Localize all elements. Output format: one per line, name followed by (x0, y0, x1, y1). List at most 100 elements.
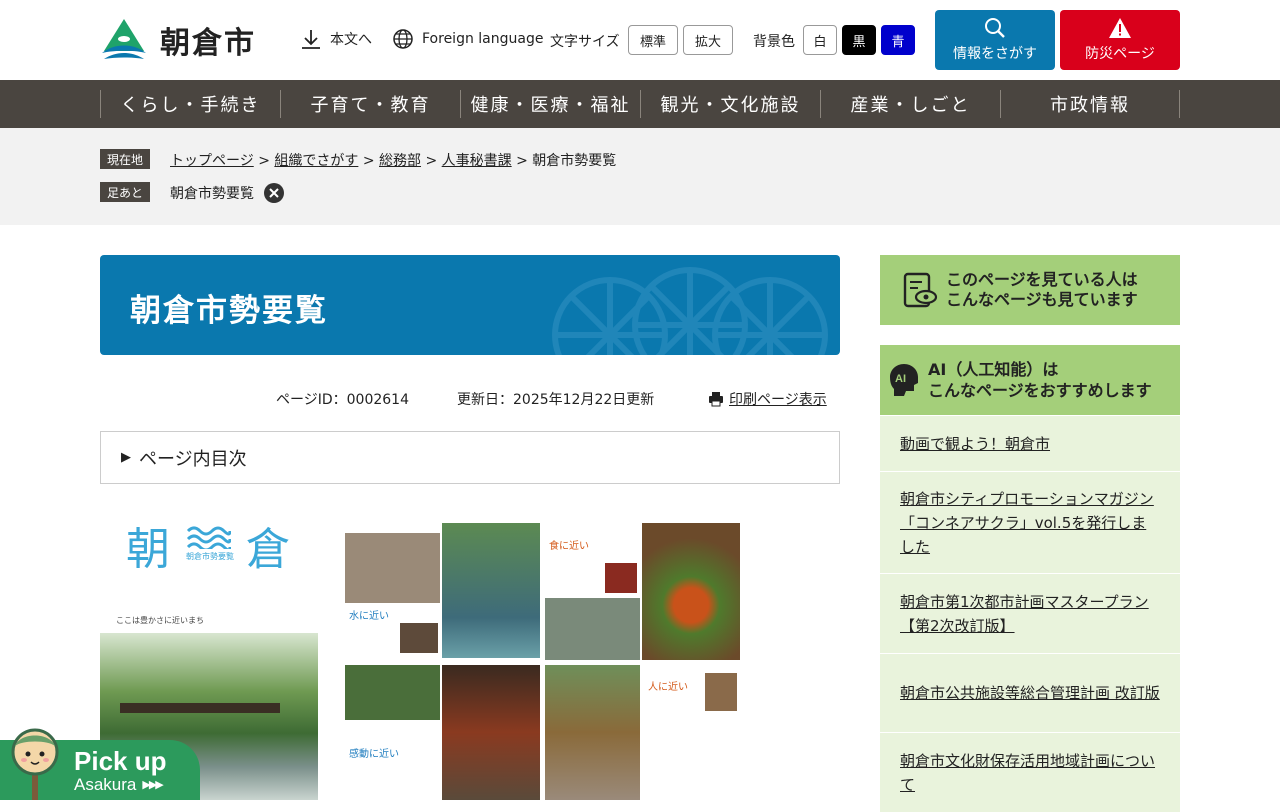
document-eye-icon (903, 272, 938, 308)
breadcrumb-separator: > (425, 153, 438, 169)
disaster-page-button[interactable]: 防災ページ (1060, 10, 1180, 70)
spread-photo-forest (345, 665, 440, 720)
ai-recommend-heading: AI AI（人工知能）は こんなページをおすすめします (880, 345, 1180, 415)
ai-badge-text: AI (895, 373, 906, 385)
ai-recommend-link[interactable]: 朝倉市第1次都市計画マスタープラン【第2次改訂版】 (900, 590, 1160, 638)
spread-photo-river (442, 523, 540, 658)
pickup-subtitle-row: Asakura ▶▶▶ (74, 775, 164, 795)
mascot-character-icon (11, 728, 59, 800)
breadcrumb-link-hr-secretary[interactable]: 人事秘書課 (442, 153, 512, 169)
current-location-tag: 現在地 (100, 149, 150, 169)
font-standard-button[interactable]: 標準 (628, 25, 678, 55)
spread-label-food: 食に近い (549, 541, 589, 552)
pickup-subtitle: Asakura (74, 775, 137, 794)
ai-recommend-title: AI（人工知能）は こんなページをおすすめします (928, 359, 1152, 401)
bg-black-button[interactable]: 黒 (842, 25, 876, 55)
spread-photo-girl (345, 533, 440, 603)
ai-heading-line-2: こんなページをおすすめします (928, 381, 1152, 400)
history-trail: 朝倉市勢要覧 (170, 183, 284, 203)
brochure-spread-right-image: 食に近い 人に近い (545, 523, 740, 800)
search-info-button[interactable]: 情報をさがす (935, 10, 1055, 70)
breadcrumb-separator: > (516, 153, 528, 169)
skip-link-label: 本文へ (330, 32, 372, 48)
ai-recommend-item[interactable]: 朝倉市シティプロモーションマガジン「コンネアサクラ」vol.5を発行しました (880, 471, 1180, 573)
bg-blue-button[interactable]: 青 (881, 25, 915, 55)
history-item[interactable]: 朝倉市勢要覧 (170, 183, 254, 203)
related-heading-line-2: こんなページも見ています (946, 290, 1138, 309)
related-heading-line-1: このページを見ている人は (946, 270, 1138, 289)
site-logo[interactable]: 朝倉市 (100, 17, 256, 63)
ai-recommend-link[interactable]: 動画で観よう！朝倉市 (900, 432, 1050, 456)
breadcrumb-current: 朝倉市勢要覧 (532, 153, 617, 169)
spread-label-emotion: 感動に近い (349, 749, 399, 760)
print-page-label: 印刷ページ表示 (729, 392, 827, 408)
updated-date: 更新日：2025年12月22日更新 (457, 392, 655, 408)
bg-color-label: 背景色 (753, 34, 795, 50)
page-toc-toggle[interactable]: ▶ ページ内目次 (100, 431, 840, 484)
ai-recommend-link[interactable]: 朝倉市シティプロモーションマガジン「コンネアサクラ」vol.5を発行しました (900, 487, 1160, 559)
printer-icon (709, 392, 723, 407)
print-page-link[interactable]: 印刷ページ表示 (708, 389, 827, 409)
brochure-spread-left-image: 水に近い 感動に近い (345, 523, 540, 800)
ai-recommend-item[interactable]: 朝倉市第1次都市計画マスタープラン【第2次改訂版】 (880, 573, 1180, 653)
nav-item-industry[interactable]: 産業・しごと (820, 90, 1000, 118)
breadcrumb-link-top[interactable]: トップページ (170, 153, 254, 169)
triangle-right-icon: ▶ (121, 450, 131, 465)
page-title-banner: 朝倉市勢要覧 (100, 255, 840, 355)
breadcrumb-separator: > (258, 153, 270, 169)
cover-subtitle: 朝倉市勢要覧 (186, 552, 234, 561)
disaster-page-label: 防災ページ (1085, 46, 1155, 62)
warning-icon (1109, 18, 1131, 38)
nav-item-health[interactable]: 健康・医療・福祉 (460, 90, 640, 118)
page-toc-label: ページ内目次 (139, 448, 247, 470)
cover-title-right: 倉 (246, 524, 290, 575)
related-pages-heading: このページを見ている人は こんなページも見ています (880, 255, 1180, 325)
font-size-label: 文字サイズ (550, 34, 620, 50)
page-id: ページID：0002614 (276, 392, 409, 408)
spread-photo-portrait (705, 673, 737, 711)
ai-head-icon: AI (890, 364, 918, 396)
spread-photo-vegetables (642, 523, 740, 660)
breadcrumb-link-general-affairs[interactable]: 総務部 (379, 153, 421, 169)
spread-label-water: 水に近い (349, 611, 389, 622)
cover-title-left: 朝 (126, 524, 170, 575)
breadcrumb: トップページ > 組織でさがす > 総務部 > 人事秘書課 > 朝倉市勢要覧 (170, 150, 616, 170)
related-pages-title: このページを見ている人は こんなページも見ています (946, 270, 1138, 310)
breadcrumb-separator: > (362, 153, 375, 169)
spread-photo-small (400, 623, 438, 653)
ai-recommend-item[interactable]: 朝倉市公共施設等総合管理計画 改訂版 (880, 653, 1180, 732)
skip-to-content-link[interactable]: 本文へ (300, 28, 372, 50)
foreign-language-link[interactable]: Foreign language (392, 28, 543, 50)
ai-recommend-item[interactable]: 朝倉市文化財保存活用地域計画について (880, 732, 1180, 812)
site-header: 朝倉市 本文へ Foreign language 文字サイズ 標準 拡大 背景色… (0, 0, 1280, 80)
history-tag: 足あと (100, 182, 150, 202)
nav-item-tourism[interactable]: 観光・文化施設 (640, 90, 820, 118)
spread-photo-festival (442, 665, 540, 800)
download-arrow-icon (302, 30, 320, 49)
bg-white-button[interactable]: 白 (803, 25, 837, 55)
cover-wave-logo-icon (186, 525, 232, 553)
nav-item-city-admin[interactable]: 市政情報 (1000, 90, 1180, 118)
arrows-right-icon: ▶▶▶ (142, 779, 163, 791)
ai-heading-line-1: AI（人工知能）は (928, 360, 1059, 379)
close-icon[interactable] (264, 183, 284, 203)
ai-recommend-link[interactable]: 朝倉市公共施設等総合管理計画 改訂版 (900, 681, 1160, 705)
ai-recommend-item[interactable]: 動画で観よう！朝倉市 (880, 415, 1180, 471)
spread-photo-farmers (545, 598, 640, 660)
nav-item-childcare[interactable]: 子育て・教育 (280, 90, 460, 118)
cover-caption: ここは豊かさに近いまち (116, 616, 204, 625)
nav-item-living[interactable]: くらし・手続き (100, 90, 280, 118)
logo-mountain-icon (102, 19, 146, 59)
breadcrumb-area: 現在地 トップページ > 組織でさがす > 総務部 > 人事秘書課 > 朝倉市勢… (0, 128, 1280, 225)
water-wheel-decoration-icon (552, 267, 828, 355)
spread-label-people: 人に近い (648, 682, 688, 693)
font-large-button[interactable]: 拡大 (683, 25, 733, 55)
global-nav: くらし・手続き 子育て・教育 健康・医療・福祉 観光・文化施設 産業・しごと 市… (0, 80, 1280, 128)
search-info-label: 情報をさがす (953, 46, 1037, 62)
cover-photo-bridge (120, 703, 280, 713)
spread-photo-people (545, 665, 640, 800)
spread-photo-food-small (605, 563, 637, 593)
pickup-title: Pick up (74, 746, 167, 776)
ai-recommend-link[interactable]: 朝倉市文化財保存活用地域計画について (900, 749, 1160, 797)
breadcrumb-link-org[interactable]: 組織でさがす (274, 153, 358, 169)
